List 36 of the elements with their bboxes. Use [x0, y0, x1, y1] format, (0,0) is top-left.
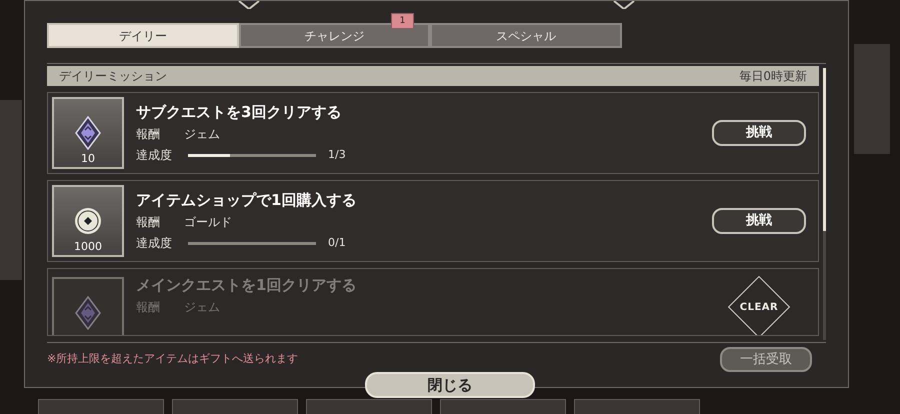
footer-note: ※所持上限を超えたアイテムはギフトへ送られます: [47, 351, 298, 368]
nav-tab[interactable]: [38, 399, 164, 414]
crystal-icon: [75, 116, 101, 150]
mission-title: アイテムショップで1回購入する: [136, 190, 358, 210]
nav-tab[interactable]: [440, 399, 566, 414]
tab[interactable]: スペシャル: [430, 23, 622, 48]
ornament-icon: [612, 1, 636, 9]
progress-label: 達成度: [136, 147, 173, 164]
progress-count: 0/1: [328, 234, 346, 251]
reward-name: ジェム: [184, 126, 220, 143]
nav-tab[interactable]: [306, 399, 432, 414]
reward-label: 報酬: [136, 299, 160, 316]
coin-icon: [74, 207, 102, 235]
mission-title: サブクエストを3回クリアする: [136, 102, 342, 122]
crystal-icon: [75, 296, 101, 330]
reward-label: 報酬: [136, 126, 160, 143]
close-button[interactable]: 閉じる: [365, 372, 535, 398]
item-quantity: 10: [81, 150, 95, 166]
nav-tab[interactable]: [172, 399, 298, 414]
nav-tab[interactable]: [574, 399, 700, 414]
notification-badge: 1: [390, 13, 414, 29]
challenge-button[interactable]: 挑戦: [712, 120, 806, 146]
item-quantity: 1000: [74, 238, 102, 254]
ornament-icon: [237, 1, 261, 9]
progress-count: 1/3: [328, 146, 346, 163]
progress-label: 達成度: [136, 235, 173, 252]
reset-note: 毎日0時更新: [739, 68, 807, 85]
clear-stamp: CLEAR: [727, 275, 791, 335]
reward-name: ジェム: [184, 299, 220, 316]
challenge-button[interactable]: 挑戦: [712, 208, 806, 234]
tab[interactable]: デイリー: [47, 23, 239, 48]
reward-name: ゴールド: [184, 214, 232, 231]
mission-title: メインクエストを1回クリアする: [136, 275, 358, 295]
section-title: デイリーミッション: [59, 68, 167, 85]
reward-label: 報酬: [136, 214, 160, 231]
tab[interactable]: チャレンジ: [238, 23, 430, 48]
